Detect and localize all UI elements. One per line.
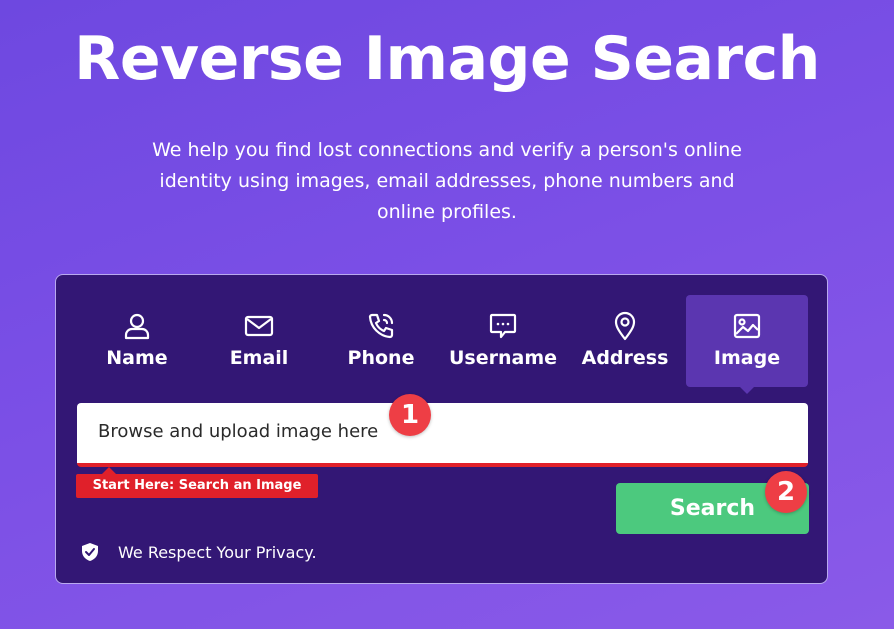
tab-phone[interactable]: Phone: [320, 295, 442, 387]
envelope-icon: [198, 311, 320, 341]
tab-label: Name: [106, 347, 168, 369]
tab-label: Email: [229, 347, 289, 369]
tab-email[interactable]: Email: [198, 295, 320, 387]
step-badge-1: 1: [389, 394, 431, 436]
search-type-tabs: Name Email Phone Username Address Image: [76, 295, 810, 394]
step-badge-2: 2: [765, 471, 807, 513]
location-pin-icon: [564, 311, 686, 341]
search-panel: Name Email Phone Username Address Image …: [55, 274, 828, 584]
tab-label: Phone: [347, 347, 415, 369]
tab-address[interactable]: Address: [564, 295, 686, 387]
person-icon: [76, 311, 198, 341]
privacy-text: We Respect Your Privacy.: [118, 542, 317, 562]
tab-label: Address: [581, 347, 669, 369]
tab-label: Username: [448, 347, 558, 369]
tab-username[interactable]: Username: [442, 295, 564, 387]
chat-bubble-icon: [442, 311, 564, 341]
privacy-notice: We Respect Your Privacy.: [80, 539, 317, 565]
phone-icon: [320, 311, 442, 341]
page-subtitle: We help you find lost connections and ve…: [152, 139, 742, 223]
image-icon: [686, 311, 808, 341]
start-here-hint: Start Here: Search an Image: [76, 467, 318, 498]
tab-name[interactable]: Name: [76, 295, 198, 387]
upload-placeholder: Browse and upload image here: [98, 421, 379, 442]
page-title: Reverse Image Search: [74, 24, 820, 94]
tab-image[interactable]: Image: [686, 295, 808, 394]
image-upload-field[interactable]: Browse and upload image here: [77, 403, 808, 467]
shield-check-icon: [82, 543, 98, 561]
tab-label: Image: [713, 347, 781, 369]
